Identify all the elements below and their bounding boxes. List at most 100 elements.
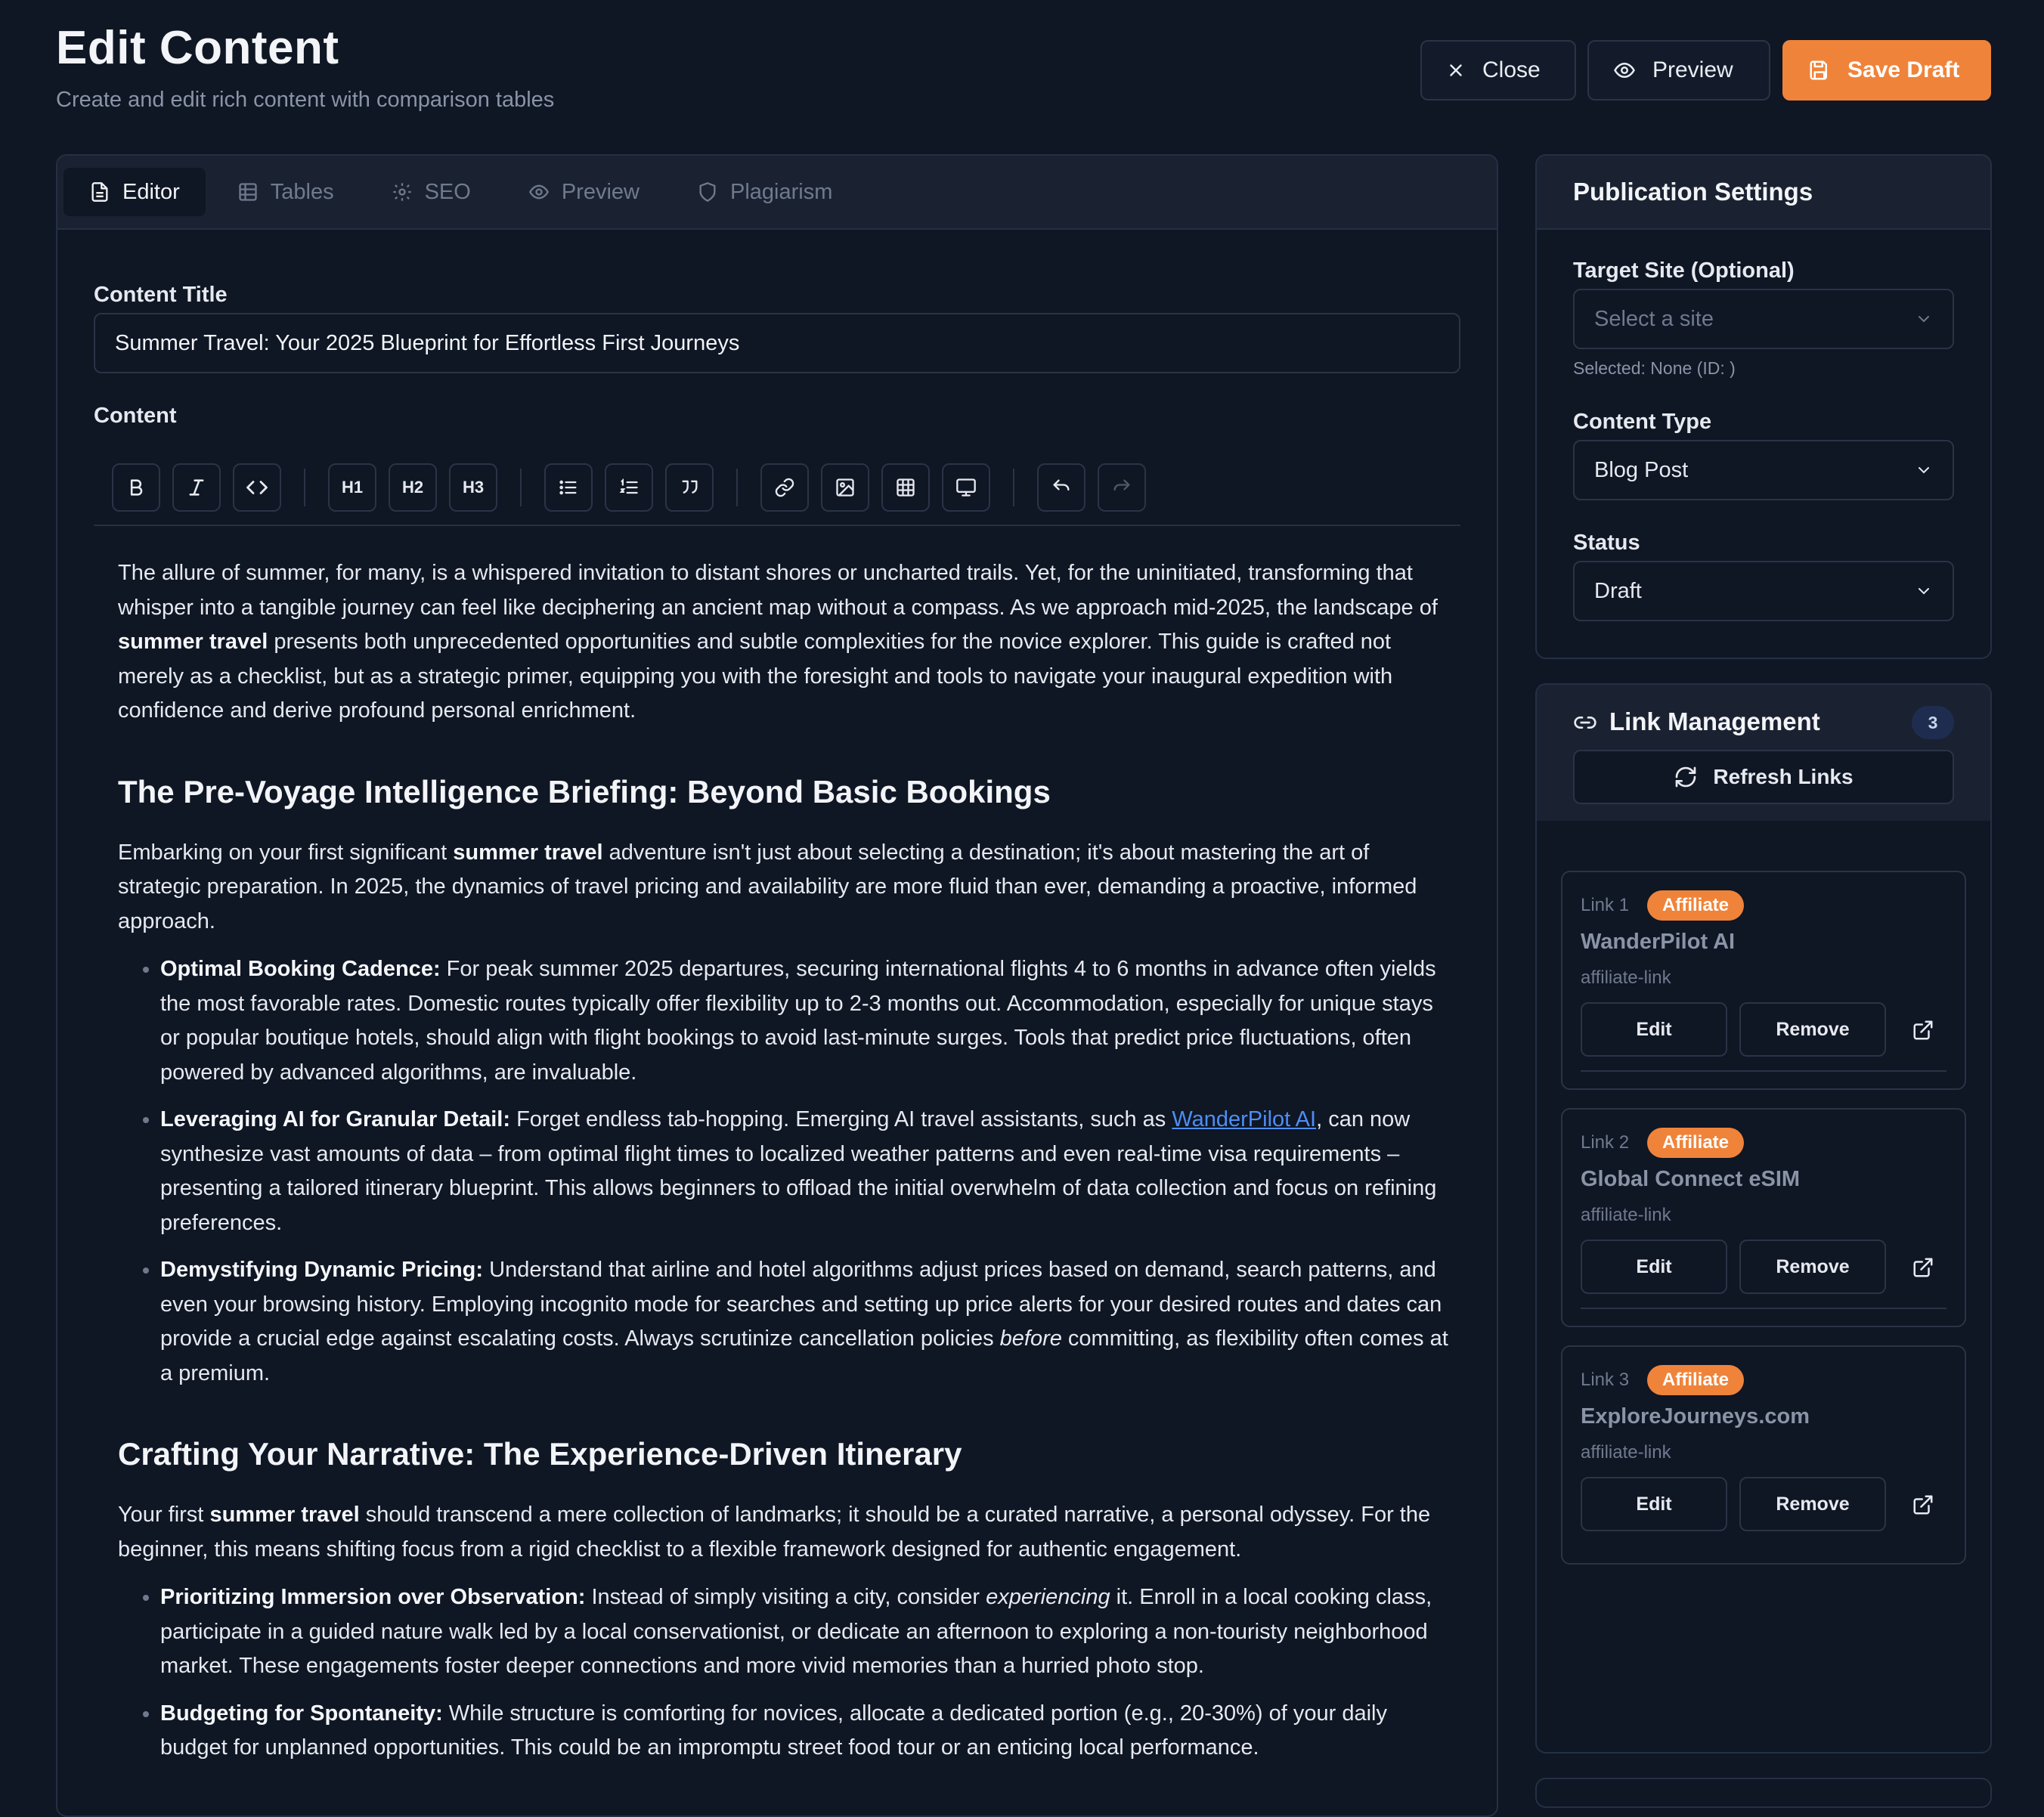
- next-sidebar-card: [1535, 1778, 1992, 1808]
- undo-button[interactable]: [1037, 463, 1085, 512]
- bold-button[interactable]: [112, 463, 160, 512]
- undo-icon: [1051, 477, 1072, 498]
- list-item: Optimal Booking Cadence: For peak summer…: [160, 952, 1448, 1090]
- editor-content[interactable]: The allure of summer, for many, is a whi…: [118, 556, 1448, 1779]
- close-label: Close: [1482, 57, 1541, 82]
- tab-tables[interactable]: Tables: [212, 168, 360, 216]
- inline-link[interactable]: WanderPilot AI: [1172, 1107, 1316, 1131]
- save-icon: [1808, 59, 1831, 82]
- toolbar-divider: [304, 469, 305, 506]
- chevron-down-icon: [1915, 582, 1933, 600]
- link-management-title: Link Management: [1609, 707, 1820, 735]
- document-icon: [89, 181, 110, 203]
- status-value: Draft: [1594, 578, 1642, 603]
- save-draft-button[interactable]: Save Draft: [1782, 40, 1991, 101]
- publication-settings-card: Publication Settings Target Site (Option…: [1535, 154, 1992, 659]
- close-button[interactable]: Close: [1420, 40, 1576, 101]
- target-site-placeholder: Select a site: [1594, 306, 1714, 331]
- status-select[interactable]: Draft: [1573, 561, 1954, 621]
- link-icon: [1573, 710, 1597, 735]
- heading-1-button[interactable]: H1: [328, 463, 376, 512]
- external-link-icon[interactable]: [1912, 1019, 1934, 1042]
- affiliate-badge: Affiliate: [1647, 1128, 1745, 1158]
- code-button[interactable]: [233, 463, 281, 512]
- status-label: Status: [1573, 531, 1640, 555]
- publication-settings-title: Publication Settings: [1573, 178, 1813, 206]
- tab-plagiarism[interactable]: Plagiarism: [671, 168, 858, 216]
- bold-icon: [125, 477, 147, 498]
- edit-link-button[interactable]: Edit: [1581, 1002, 1727, 1057]
- preview-label: Preview: [1652, 57, 1733, 82]
- bullet-list: Prioritizing Immersion over Observation:…: [118, 1580, 1448, 1766]
- affiliate-badge: Affiliate: [1647, 890, 1745, 921]
- tab-preview[interactable]: Preview: [503, 168, 665, 216]
- heading-2-button[interactable]: H2: [389, 463, 437, 512]
- image-button[interactable]: [821, 463, 869, 512]
- bullet-list: Optimal Booking Cadence: For peak summer…: [118, 952, 1448, 1391]
- list-item: Leveraging AI for Granular Detail: Forge…: [160, 1103, 1448, 1240]
- link-icon: [774, 477, 795, 498]
- numbered-list-button[interactable]: [605, 463, 653, 512]
- divider: [1581, 1308, 1946, 1309]
- link-management-card: Link Management 3 Refresh Links Link 1 A…: [1535, 683, 1992, 1754]
- content-type-value: Blog Post: [1594, 457, 1689, 482]
- link-item: Link 3 Affiliate ExploreJourneys.com aff…: [1561, 1345, 1966, 1565]
- section-heading: Crafting Your Narrative: The Experience-…: [118, 1436, 962, 1472]
- remove-link-button[interactable]: Remove: [1739, 1002, 1886, 1057]
- tab-label: Editor: [122, 179, 180, 204]
- link-type: affiliate-link: [1581, 967, 1671, 988]
- edit-link-button[interactable]: Edit: [1581, 1477, 1727, 1531]
- gear-icon: [392, 181, 413, 203]
- link-item: Link 1 Affiliate WanderPilot AI affiliat…: [1561, 871, 1966, 1090]
- edit-link-button[interactable]: Edit: [1581, 1240, 1727, 1294]
- quote-button[interactable]: [665, 463, 714, 512]
- italic-button[interactable]: [172, 463, 221, 512]
- redo-button[interactable]: [1098, 463, 1146, 512]
- redo-icon: [1111, 477, 1132, 498]
- code-icon: [246, 476, 268, 499]
- content-type-select[interactable]: Blog Post: [1573, 440, 1954, 500]
- table-icon: [237, 181, 259, 203]
- refresh-links-button[interactable]: Refresh Links: [1573, 750, 1954, 804]
- link-management-header: Link Management 3 Refresh Links: [1537, 685, 1990, 821]
- external-link-icon[interactable]: [1912, 1256, 1934, 1279]
- heading-3-button[interactable]: H3: [449, 463, 497, 512]
- toolbar-divider: [520, 469, 522, 506]
- list-item: Prioritizing Immersion over Observation:…: [160, 1580, 1448, 1684]
- save-draft-label: Save Draft: [1847, 57, 1960, 82]
- content-title-input[interactable]: Summer Travel: Your 2025 Blueprint for E…: [94, 313, 1460, 373]
- table-button[interactable]: [881, 463, 930, 512]
- section-heading: The Pre-Voyage Intelligence Briefing: Be…: [118, 773, 1051, 809]
- affiliate-badge: Affiliate: [1647, 1365, 1745, 1395]
- tab-label: SEO: [424, 179, 471, 204]
- italic-icon: [186, 477, 207, 498]
- monitor-icon: [955, 477, 977, 498]
- embed-button[interactable]: [942, 463, 990, 512]
- chevron-down-icon: [1915, 310, 1933, 328]
- link-button[interactable]: [760, 463, 809, 512]
- refresh-icon: [1674, 765, 1698, 789]
- table-icon: [895, 477, 916, 498]
- paragraph: Your first summer travel should transcen…: [118, 1503, 1431, 1562]
- editor-card: Editor Tables SEO Preview Plagiarism Con…: [56, 154, 1498, 1817]
- bullet-list-icon: [558, 477, 579, 498]
- page-title: Edit Content: [56, 22, 339, 74]
- bullet-list-button[interactable]: [544, 463, 593, 512]
- refresh-links-label: Refresh Links: [1713, 765, 1854, 788]
- target-site-select[interactable]: Select a site: [1573, 289, 1954, 349]
- link-type: affiliate-link: [1581, 1442, 1671, 1463]
- link-number: Link 3: [1581, 1370, 1630, 1390]
- external-link-icon[interactable]: [1912, 1494, 1934, 1516]
- remove-link-button[interactable]: Remove: [1739, 1477, 1886, 1531]
- tab-seo[interactable]: SEO: [366, 168, 497, 216]
- link-count-badge: 3: [1912, 706, 1954, 739]
- preview-button[interactable]: Preview: [1587, 40, 1770, 101]
- remove-link-button[interactable]: Remove: [1739, 1240, 1886, 1294]
- link-name: WanderPilot AI: [1581, 930, 1736, 954]
- selected-site-hint: Selected: None (ID: ): [1573, 358, 1736, 378]
- link-name: ExploreJourneys.com: [1581, 1404, 1810, 1429]
- tab-editor[interactable]: Editor: [63, 168, 206, 216]
- tab-label: Preview: [561, 179, 640, 204]
- content-title-label: Content Title: [94, 283, 228, 307]
- list-item: Budgeting for Spontaneity: While structu…: [160, 1697, 1448, 1766]
